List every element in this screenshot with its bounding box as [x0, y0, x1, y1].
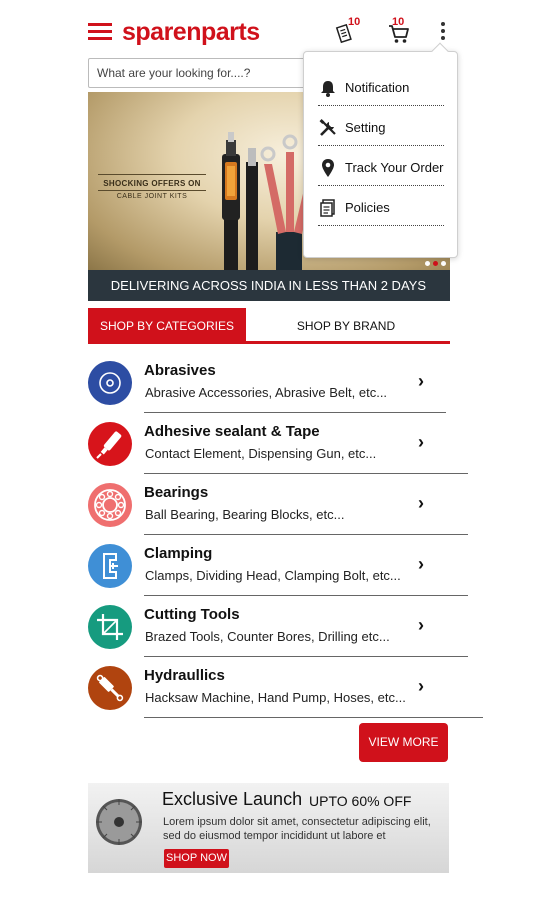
tools-icon: [319, 119, 336, 136]
cart-icon[interactable]: 10: [388, 16, 412, 46]
category-title: Clamping: [144, 545, 213, 562]
category-subtitle: Clamps, Dividing Head, Clamping Bolt, et…: [145, 568, 401, 583]
category-title: Adhesive sealant & Tape: [144, 423, 320, 440]
document-icon: [320, 199, 335, 217]
hydraulic-cylinder-icon: [88, 666, 132, 710]
shop-tabs: SHOP BY CATEGORIES SHOP BY BRAND: [88, 308, 450, 344]
divider: [144, 412, 446, 413]
category-title: Hydraullics: [144, 667, 225, 684]
chevron-right-icon[interactable]: ›: [418, 615, 424, 636]
category-subtitle: Abrasive Accessories, Abrasive Belt, etc…: [145, 385, 388, 400]
menu-item-label: Policies: [345, 200, 390, 215]
promo-title: Exclusive Launch: [162, 789, 303, 809]
divider: [144, 473, 468, 474]
tab-shop-by-brand[interactable]: SHOP BY BRAND: [266, 308, 426, 341]
divider: [144, 595, 468, 596]
banner-caption: SHOCKING OFFERS ON CABLE JOINT KITS: [96, 174, 208, 204]
app-header: sparenparts 10 10: [88, 14, 458, 54]
category-item-hydraullics[interactable]: Hydraullics Hacksaw Machine, Hand Pump, …: [88, 666, 483, 727]
orders-badge: 10: [348, 16, 361, 28]
category-title: Cutting Tools: [144, 606, 240, 623]
saw-blade-icon: [96, 799, 142, 845]
banner-subline: CABLE JOINT KITS: [116, 193, 188, 200]
category-item-clamping[interactable]: Clamping Clamps, Dividing Head, Clamping…: [88, 544, 468, 605]
location-pin-icon: [322, 159, 334, 177]
divider: [144, 717, 483, 718]
crop-icon: [88, 605, 132, 649]
glue-gun-icon: [88, 422, 132, 466]
delivery-strip: DELIVERING ACROSS INDIA IN LESS THAN 2 D…: [88, 270, 450, 301]
category-title: Bearings: [144, 484, 209, 501]
category-item-abrasives[interactable]: Abrasives Abrasive Accessories, Abrasive…: [88, 361, 468, 422]
disc-icon: [88, 361, 132, 405]
divider: [318, 225, 444, 226]
clamp-icon: [88, 544, 132, 588]
divider: [144, 656, 468, 657]
tab-shop-by-categories[interactable]: SHOP BY CATEGORIES: [88, 308, 246, 341]
brand-logo[interactable]: sparenparts: [122, 18, 260, 47]
cart-badge: 10: [392, 16, 405, 28]
chevron-right-icon[interactable]: ›: [418, 432, 424, 453]
more-options-icon[interactable]: [438, 22, 448, 44]
chevron-right-icon[interactable]: ›: [418, 371, 424, 392]
category-item-adhesive[interactable]: Adhesive sealant & Tape Contact Element,…: [88, 422, 468, 483]
bell-icon: [321, 81, 335, 97]
menu-item-label: Track Your Order: [345, 160, 444, 175]
exclusive-launch-promo[interactable]: Exclusive Launch UPTO 60% OFF Lorem ipsu…: [88, 783, 449, 873]
divider: [144, 534, 468, 535]
banner-dot[interactable]: [425, 261, 430, 266]
view-more-button[interactable]: VIEW MORE: [359, 723, 448, 762]
menu-item-label: Notification: [345, 80, 410, 95]
category-subtitle: Ball Bearing, Bearing Blocks, etc...: [145, 507, 345, 522]
chevron-right-icon[interactable]: ›: [418, 554, 424, 575]
menu-item-policies[interactable]: Policies: [318, 186, 444, 226]
category-subtitle: Hacksaw Machine, Hand Pump, Hoses, etc..…: [145, 690, 406, 705]
promo-description: Lorem ipsum dolor sit amet, consectetur …: [163, 816, 431, 842]
options-dropdown-menu: Notification Setting Track Your Order Po…: [303, 42, 458, 258]
banner-headline: SHOCKING OFFERS ON: [103, 179, 201, 188]
banner-dot[interactable]: [441, 261, 446, 266]
menu-item-label: Setting: [345, 120, 386, 135]
menu-item-setting[interactable]: Setting: [318, 106, 444, 146]
promo-offer: UPTO 60% OFF: [309, 793, 412, 809]
chevron-right-icon[interactable]: ›: [418, 676, 424, 697]
shop-now-button[interactable]: SHOP NOW: [164, 849, 229, 868]
menu-item-track-order[interactable]: Track Your Order: [318, 146, 444, 186]
orders-icon[interactable]: 10: [332, 16, 360, 46]
chevron-right-icon[interactable]: ›: [418, 493, 424, 514]
category-item-bearings[interactable]: Bearings Ball Bearing, Bearing Blocks, e…: [88, 483, 468, 544]
category-title: Abrasives: [144, 362, 216, 379]
bearing-icon: [88, 483, 132, 527]
banner-pagination[interactable]: [425, 261, 446, 266]
search-input[interactable]: [88, 58, 308, 88]
category-subtitle: Brazed Tools, Counter Bores, Drilling et…: [145, 629, 390, 644]
category-subtitle: Contact Element, Dispensing Gun, etc...: [145, 446, 377, 461]
category-item-cutting-tools[interactable]: Cutting Tools Brazed Tools, Counter Bore…: [88, 605, 468, 666]
menu-item-notification[interactable]: Notification: [318, 66, 444, 106]
hamburger-menu-icon[interactable]: [88, 23, 112, 41]
banner-dot-active[interactable]: [433, 261, 438, 266]
